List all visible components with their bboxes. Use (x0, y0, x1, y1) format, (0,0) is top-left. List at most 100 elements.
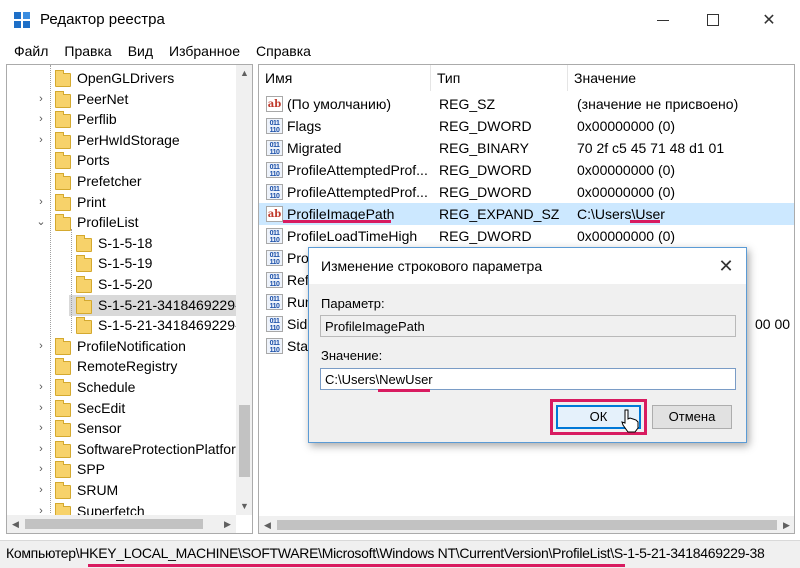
value-name-cell: (По умолчанию) (287, 96, 392, 112)
param-label: Параметр: (321, 296, 385, 311)
column-header-type[interactable]: Тип (431, 65, 568, 91)
tree-item[interactable]: RemoteRegistry (7, 356, 237, 377)
tree-item[interactable]: › Sensor (7, 418, 237, 439)
tree-item[interactable]: Prefetcher (7, 171, 237, 192)
chevron-right-icon[interactable]: › (36, 382, 46, 393)
chevron-right-icon[interactable]: › (36, 443, 46, 454)
close-button[interactable]: ✕ (746, 0, 792, 40)
hand-cursor-icon (621, 409, 639, 433)
menu-file[interactable]: Файл (14, 43, 48, 59)
value-row[interactable]: 011 110 ProfileAttemptedProf... REG_DWORD 0x… (259, 181, 794, 203)
value-data-field[interactable]: C:\Users\NewUser (320, 368, 736, 390)
chevron-right-icon[interactable]: › (36, 134, 46, 145)
tree-item[interactable]: › SRUM (7, 480, 237, 501)
value-type-cell: REG_DWORD (439, 228, 532, 244)
value-row[interactable]: 011 110 ProfileAttemptedProf... REG_DWORD 0x… (259, 159, 794, 181)
tree-item-label: Perflib (77, 111, 117, 128)
tree-item-label: ProfileNotification (77, 337, 186, 354)
chevron-right-icon[interactable]: › (36, 423, 46, 434)
tree-item-label: S-1-5-21-3418469229- (98, 296, 240, 313)
tree-item[interactable]: Ports (7, 150, 237, 171)
folder-icon (76, 255, 92, 273)
folder-icon (55, 461, 71, 479)
tree-hscroll-thumb[interactable] (25, 519, 203, 529)
maximize-button[interactable] (690, 0, 736, 40)
tree-item[interactable]: › ProfileNotification (7, 336, 237, 357)
registry-tree[interactable]: › Superfetch › SRUM › SPP › SoftwareProtectionP… (6, 64, 253, 534)
chevron-right-icon[interactable]: › (36, 464, 46, 475)
minimize-button[interactable] (640, 0, 686, 40)
value-row[interactable]: 011 110 ProfileLoadTimeHigh REG_DWORD 0x0000… (259, 225, 794, 247)
menu-help[interactable]: Справка (256, 43, 311, 59)
tree-item[interactable]: › PeerNet (7, 89, 237, 110)
tree-item[interactable]: S-1-5-18 (7, 233, 237, 254)
tree-item[interactable]: S-1-5-21-3418469229- (69, 294, 240, 316)
tree-item-label: S-1-5-18 (98, 234, 153, 251)
tree-item-label: S-1-5-19 (98, 255, 153, 272)
tree-item[interactable]: › SPP (7, 459, 237, 480)
tree-horizontal-scrollbar[interactable]: ◀ ▶ (7, 515, 236, 533)
tree-item[interactable]: OpenGLDrivers (7, 68, 237, 89)
tree-item[interactable]: › Schedule (7, 377, 237, 398)
value-row[interactable]: 011 110 Migrated REG_BINARY 70 2f c5 45 71 4… (259, 137, 794, 159)
value-name-cell: ProfileAttemptedProf... (287, 184, 428, 200)
tree-item[interactable]: S-1-5-21-3418469229- (7, 315, 240, 336)
folder-icon (76, 296, 92, 314)
scroll-down-icon[interactable]: ▼ (236, 498, 252, 515)
tree-scroll-thumb[interactable] (239, 405, 250, 477)
folder-icon (55, 70, 71, 87)
chevron-right-icon[interactable]: › (36, 485, 46, 496)
chevron-down-icon[interactable]: ⌄ (36, 217, 46, 228)
tree-guide-line (71, 229, 72, 333)
chevron-right-icon[interactable]: › (36, 340, 46, 351)
dialog-close-button[interactable]: ✕ (713, 254, 739, 278)
value-row[interactable]: 011 110 Flags REG_DWORD 0x00000000 (0) (259, 115, 794, 137)
binary-value-icon: 011 110 (266, 316, 283, 332)
column-header-name[interactable]: Имя (259, 65, 431, 91)
folder-icon (55, 152, 71, 170)
string-value-icon: ab (266, 96, 283, 112)
chevron-right-icon[interactable]: › (36, 196, 46, 207)
tree-item[interactable]: › SecEdit (7, 398, 237, 419)
column-header-value[interactable]: Значение (568, 65, 794, 91)
menu-view[interactable]: Вид (128, 43, 153, 59)
tree-item[interactable]: S-1-5-20 (7, 274, 237, 295)
string-value-icon: ab (266, 206, 283, 222)
scroll-right-icon[interactable]: ▶ (778, 516, 794, 533)
value-value-cell: 70 2f c5 45 71 48 d1 01 (577, 140, 725, 156)
tree-item[interactable]: ⌄ ProfileList (7, 212, 237, 233)
scroll-right-icon[interactable]: ▶ (219, 515, 236, 533)
value-type-cell: REG_DWORD (439, 184, 532, 200)
tree-item[interactable]: › Print (7, 192, 237, 213)
folder-icon (55, 399, 71, 417)
tree-item[interactable]: › PerHwIdStorage (7, 130, 237, 151)
cancel-button[interactable]: Отмена (652, 405, 732, 429)
close-icon: ✕ (718, 256, 734, 276)
tree-item-label: PerHwIdStorage (77, 131, 180, 148)
chevron-right-icon[interactable]: › (36, 402, 46, 413)
scroll-up-icon[interactable]: ▲ (236, 65, 252, 82)
menu-favorites[interactable]: Избранное (169, 43, 240, 59)
dialog-title: Изменение строкового параметра (321, 258, 543, 274)
value-name-cell: ProfileAttemptedProf... (287, 162, 428, 178)
tree-item[interactable]: › Perflib (7, 109, 237, 130)
highlight-underline-newuser (378, 389, 430, 392)
menu-edit[interactable]: Правка (64, 43, 111, 59)
value-name-cell: Sid (287, 316, 308, 332)
edit-string-dialog: Изменение строкового параметра ✕ Парамет… (308, 247, 747, 443)
chevron-right-icon[interactable]: › (36, 114, 46, 125)
scroll-left-icon[interactable]: ◀ (7, 515, 24, 533)
tree-item-label: Sensor (77, 420, 122, 437)
chevron-right-icon[interactable]: › (36, 93, 46, 104)
tree-item[interactable]: › SoftwareProtectionPlatfor (7, 439, 237, 460)
tree-item[interactable]: S-1-5-19 (7, 253, 237, 274)
tree-vertical-scrollbar[interactable]: ▲ ▼ (236, 65, 252, 515)
binary-value-icon: 011 110 (266, 162, 283, 178)
window-title: Редактор реестра (40, 11, 165, 28)
value-value-cell: (значение не присвоено) (577, 96, 739, 112)
scroll-left-icon[interactable]: ◀ (259, 516, 276, 533)
values-horizontal-scrollbar[interactable]: ◀ ▶ (259, 516, 794, 533)
values-hscroll-thumb[interactable] (277, 520, 777, 530)
binary-value-icon: 011 110 (266, 338, 283, 354)
value-row[interactable]: ab (По умолчанию) REG_SZ (значение не присв… (259, 93, 794, 115)
